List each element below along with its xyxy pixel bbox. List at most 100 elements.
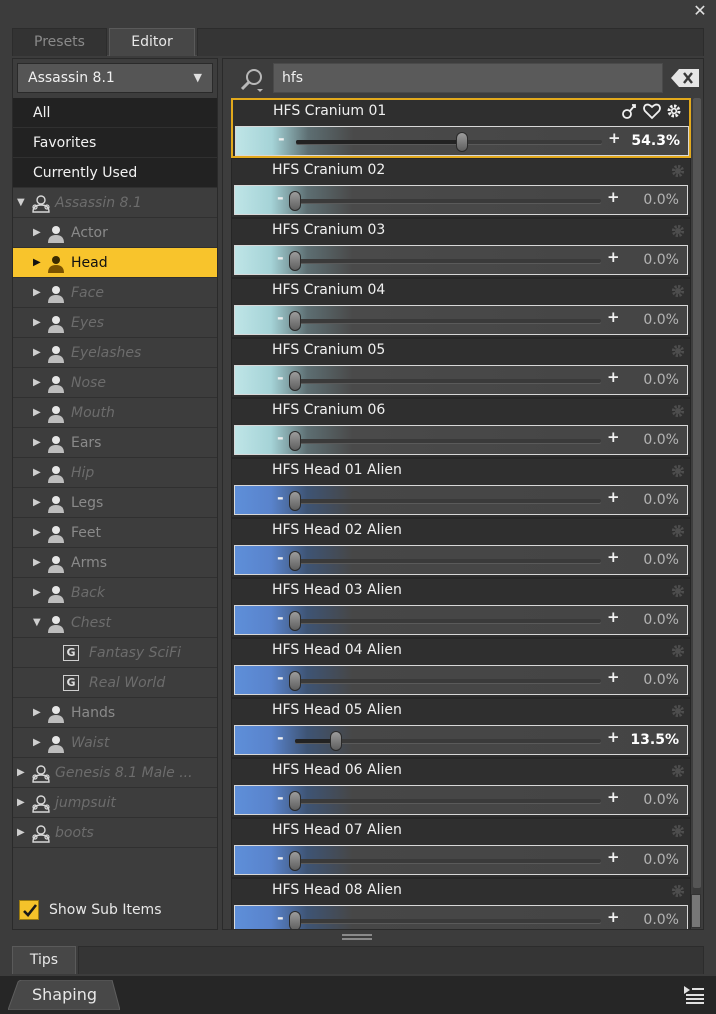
slider-track[interactable] bbox=[295, 919, 601, 923]
slider-bar[interactable]: - +0.0% bbox=[234, 665, 688, 695]
slider-knob[interactable] bbox=[289, 311, 301, 331]
scrollbar[interactable] bbox=[693, 98, 701, 928]
pane-splitter-handle[interactable] bbox=[342, 934, 372, 940]
decrement-button[interactable]: - bbox=[277, 248, 284, 267]
decrement-button[interactable]: - bbox=[277, 848, 284, 867]
collapsed-arrow-icon[interactable]: ▶ bbox=[33, 518, 41, 548]
decrement-button[interactable]: - bbox=[277, 368, 284, 387]
favorite-heart-icon[interactable] bbox=[643, 102, 661, 124]
slider-bar[interactable]: - +13.5% bbox=[234, 725, 688, 755]
collapsed-arrow-icon[interactable]: ▶ bbox=[33, 488, 41, 518]
decrement-button[interactable]: - bbox=[277, 188, 284, 207]
tree-item-assassin-8-1[interactable]: ▼ Assassin 8.1 bbox=[13, 188, 217, 218]
collapsed-arrow-icon[interactable]: ▶ bbox=[33, 458, 41, 488]
collapsed-arrow-icon[interactable]: ▶ bbox=[33, 338, 41, 368]
slider-bar[interactable]: - +0.0% bbox=[234, 365, 688, 395]
slider-track[interactable] bbox=[295, 559, 601, 563]
tree-item-chest[interactable]: ▼ Chest bbox=[13, 608, 217, 638]
slider-track[interactable] bbox=[295, 379, 601, 383]
gear-icon[interactable] bbox=[670, 643, 686, 659]
tab-shaping[interactable]: Shaping bbox=[8, 980, 120, 1010]
collapsed-arrow-icon[interactable]: ▶ bbox=[33, 548, 41, 578]
tree-item-legs[interactable]: ▶ Legs bbox=[13, 488, 217, 518]
collapsed-arrow-icon[interactable]: ▶ bbox=[33, 248, 41, 278]
collapsed-arrow-icon[interactable]: ▶ bbox=[33, 398, 41, 428]
slider-track[interactable] bbox=[295, 199, 601, 203]
tree-item-hip[interactable]: ▶ Hip bbox=[13, 458, 217, 488]
slider-value[interactable]: 0.0% bbox=[643, 252, 679, 268]
clear-search-icon[interactable] bbox=[671, 69, 699, 87]
slider-knob[interactable] bbox=[330, 731, 343, 751]
increment-button[interactable]: + bbox=[607, 668, 620, 686]
increment-button[interactable]: + bbox=[607, 728, 620, 746]
collapsed-arrow-icon[interactable]: ▶ bbox=[33, 278, 41, 308]
scrollbar-thumb[interactable] bbox=[693, 98, 701, 888]
slider-bar[interactable]: - +0.0% bbox=[234, 845, 688, 875]
increment-button[interactable]: + bbox=[607, 488, 620, 506]
slider-knob[interactable] bbox=[456, 132, 469, 152]
decrement-button[interactable]: - bbox=[277, 428, 284, 447]
tab-presets[interactable]: Presets bbox=[12, 28, 107, 56]
close-icon[interactable]: ✕ bbox=[692, 2, 708, 20]
slider-track[interactable] bbox=[295, 619, 601, 623]
increment-button[interactable]: + bbox=[607, 368, 620, 386]
slider-value[interactable]: 0.0% bbox=[643, 912, 679, 928]
category-favorites[interactable]: Favorites bbox=[13, 128, 217, 158]
tree-item-hands[interactable]: ▶ Hands bbox=[13, 698, 217, 728]
slider-value[interactable]: 0.0% bbox=[643, 312, 679, 328]
collapsed-arrow-icon[interactable]: ▶ bbox=[33, 428, 41, 458]
gear-icon[interactable] bbox=[665, 102, 683, 124]
tree-item-face[interactable]: ▶ Face bbox=[13, 278, 217, 308]
slider-bar[interactable]: - +0.0% bbox=[234, 785, 688, 815]
slider-value[interactable]: 0.0% bbox=[643, 432, 679, 448]
collapsed-arrow-icon[interactable]: ▶ bbox=[33, 218, 41, 248]
slider-knob[interactable] bbox=[289, 491, 301, 511]
slider-track[interactable] bbox=[295, 679, 601, 683]
tree-item-ears[interactable]: ▶ Ears bbox=[13, 428, 217, 458]
slider-value[interactable]: 0.0% bbox=[643, 852, 679, 868]
slider-knob[interactable] bbox=[289, 191, 301, 211]
decrement-button[interactable]: - bbox=[277, 728, 284, 747]
slider-track[interactable] bbox=[295, 259, 601, 263]
slider-value[interactable]: 0.0% bbox=[643, 612, 679, 628]
slider-track[interactable] bbox=[295, 859, 601, 863]
tree-item-boots[interactable]: ▶ boots bbox=[13, 818, 217, 848]
increment-button[interactable]: + bbox=[607, 788, 620, 806]
increment-button[interactable]: + bbox=[607, 188, 620, 206]
tree-item-arms[interactable]: ▶ Arms bbox=[13, 548, 217, 578]
tab-tips[interactable]: Tips bbox=[12, 946, 76, 974]
slider-value[interactable]: 0.0% bbox=[643, 552, 679, 568]
slider-bar[interactable]: - +0.0% bbox=[234, 185, 688, 215]
gear-icon[interactable] bbox=[670, 523, 686, 539]
tree-item-nose[interactable]: ▶ Nose bbox=[13, 368, 217, 398]
gear-icon[interactable] bbox=[670, 283, 686, 299]
slider-value[interactable]: 0.0% bbox=[643, 192, 679, 208]
slider-knob[interactable] bbox=[289, 791, 301, 811]
slider-knob[interactable] bbox=[289, 911, 301, 929]
collapsed-arrow-icon[interactable]: ▶ bbox=[33, 578, 41, 608]
slider-track[interactable] bbox=[295, 319, 601, 323]
tree-item-back[interactable]: ▶ Back bbox=[13, 578, 217, 608]
decrement-button[interactable]: - bbox=[277, 908, 284, 927]
slider-value[interactable]: 54.3% bbox=[631, 133, 680, 149]
slider-knob[interactable] bbox=[289, 371, 301, 391]
gear-icon[interactable] bbox=[670, 223, 686, 239]
slider-track[interactable] bbox=[295, 799, 601, 803]
search-icon[interactable] bbox=[239, 67, 265, 93]
increment-button[interactable]: + bbox=[607, 608, 620, 626]
slider-bar[interactable]: - +0.0% bbox=[234, 905, 688, 929]
tree-item-feet[interactable]: ▶ Feet bbox=[13, 518, 217, 548]
decrement-button[interactable]: - bbox=[277, 788, 284, 807]
slider-bar[interactable]: - +0.0% bbox=[234, 425, 688, 455]
scroll-handle[interactable] bbox=[691, 894, 701, 928]
slider-bar[interactable]: - +0.0% bbox=[234, 245, 688, 275]
gear-icon[interactable] bbox=[670, 703, 686, 719]
increment-button[interactable]: + bbox=[608, 129, 621, 147]
slider-value[interactable]: 13.5% bbox=[630, 732, 679, 748]
slider-bar[interactable]: - +0.0% bbox=[234, 485, 688, 515]
collapsed-arrow-icon[interactable]: ▶ bbox=[17, 788, 25, 818]
decrement-button[interactable]: - bbox=[277, 308, 284, 327]
expanded-arrow-icon[interactable]: ▼ bbox=[33, 608, 41, 638]
slider-bar[interactable]: - +0.0% bbox=[234, 305, 688, 335]
collapsed-arrow-icon[interactable]: ▶ bbox=[33, 308, 41, 338]
